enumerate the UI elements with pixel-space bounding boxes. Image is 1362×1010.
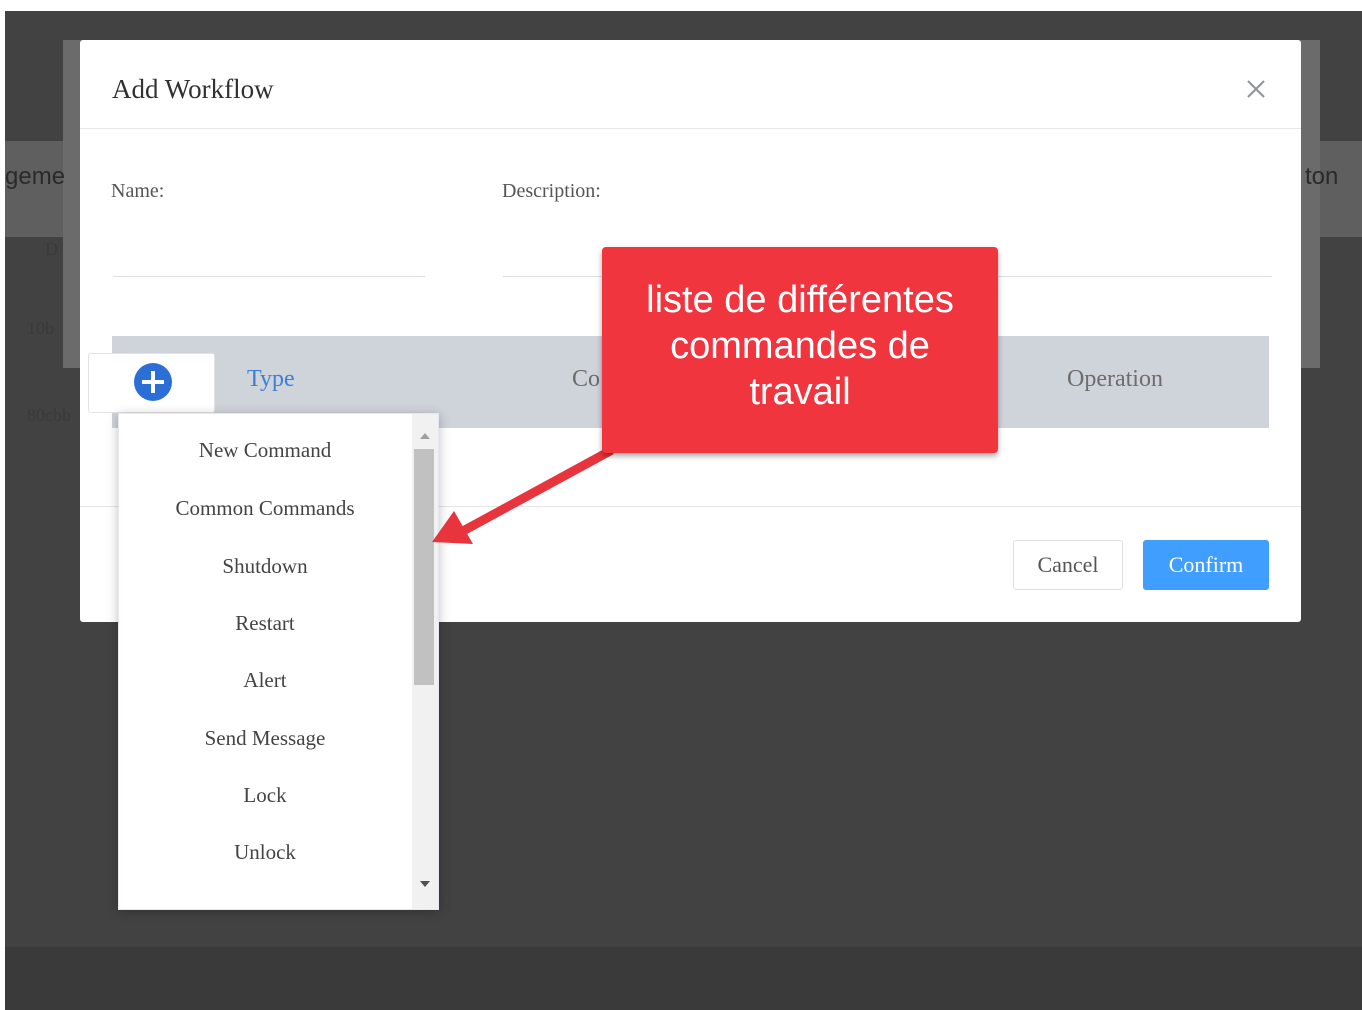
dialog-title: Add Workflow	[112, 74, 274, 104]
screen: geme ton D 10b 80cbb Add Workflow Name: …	[5, 11, 1362, 1010]
background-tab-text-right: ton	[1305, 163, 1339, 190]
dropdown-item-new-command[interactable]: New Command	[119, 430, 411, 470]
plus-circle-icon[interactable]	[133, 362, 173, 402]
column-header-type[interactable]: Type	[247, 366, 295, 393]
background-row-text: 80cbb	[27, 405, 71, 425]
background-bottom-bar	[5, 947, 1362, 1010]
scrollbar-thumb[interactable]	[414, 449, 434, 685]
background-column-header: D	[45, 239, 58, 259]
add-command-cell	[88, 353, 215, 413]
background-row-text: 10b	[27, 318, 54, 338]
dropdown-item-unlock[interactable]: Unlock	[119, 832, 411, 872]
cancel-button[interactable]: Cancel	[1013, 540, 1123, 590]
confirm-button[interactable]: Confirm	[1143, 540, 1269, 590]
dialog-header: Add Workflow	[80, 40, 1301, 129]
name-input[interactable]	[113, 234, 425, 277]
close-icon[interactable]	[1243, 76, 1269, 102]
dropdown-item-lock[interactable]: Lock	[119, 775, 411, 815]
scroll-up-icon[interactable]	[412, 426, 438, 446]
dropdown-item-alert[interactable]: Alert	[119, 660, 411, 700]
dropdown-item-shutdown[interactable]: Shutdown	[119, 546, 411, 586]
name-label: Name:	[111, 180, 165, 202]
background-tab-text-left: geme	[5, 163, 66, 190]
dropdown-item-send-message[interactable]: Send Message	[119, 718, 411, 758]
dropdown-item-common-commands[interactable]: Common Commands	[119, 488, 411, 528]
callout-text: liste de différentes commandes de travai…	[646, 279, 954, 413]
column-header-command: Co	[572, 366, 601, 392]
scroll-down-icon[interactable]	[412, 874, 438, 894]
dropdown-item-restart[interactable]: Restart	[119, 603, 411, 643]
column-header-operation: Operation	[1067, 366, 1163, 392]
annotation-callout: liste de différentes commandes de travai…	[602, 247, 998, 453]
description-label: Description:	[502, 180, 601, 202]
command-type-dropdown: New Command Common Commands Shutdown Res…	[118, 413, 439, 910]
